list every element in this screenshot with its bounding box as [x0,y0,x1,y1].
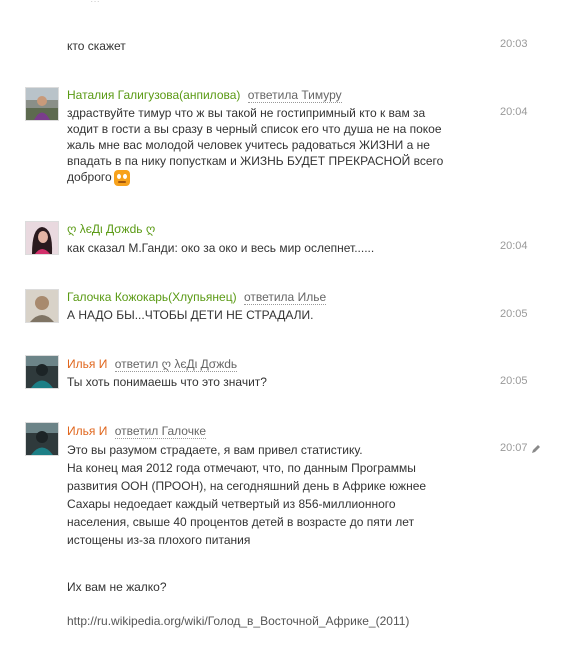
text-line: жаль мне вас молодой человек учитесь рад… [67,138,430,152]
author-link[interactable]: Наталия Галигузова(анпилова) [67,88,240,102]
message-time: 20:03 [500,38,528,50]
text-line: доброго [67,169,467,186]
message-time: 20:04 [500,240,528,252]
reply-to-link[interactable]: ответил ღ λєДι Дσжԁь [114,357,238,372]
text-line: ходит в гости а вы сразу в черный список… [67,122,442,136]
avatar[interactable] [25,221,59,255]
avatar[interactable] [25,289,59,323]
avatar[interactable] [25,355,59,389]
question-line: Их вам не жалко? [67,580,167,594]
message-header: Илья И ответил ღ λєДι Дσжԁь [67,356,238,372]
text-line: Сахары недоедает каждый четвертый из 856… [67,497,396,511]
avatar-photo [26,356,58,388]
message-time: 20:05 [500,375,528,387]
message-text: Это вы разумом страдаете, я вам привел с… [67,441,467,630]
text-line: развития ООН (ПРООН), на сегодняшний ден… [67,479,427,493]
message-text: кто скажет [67,39,126,53]
reply-to-link[interactable]: ответил Галочке [114,424,206,439]
text-line: здраствуйте тимур что ж вы такой не гост… [67,106,426,120]
text-line: На конец мая 2012 года отмечают, что, по… [67,461,416,475]
message-text: здраствуйте тимур что ж вы такой не гост… [67,105,467,186]
reply-to-link[interactable]: ответила Илье [243,290,327,305]
avatar-photo [26,222,58,254]
text-line: населения, свыше 40 процентов детей в во… [67,515,415,529]
avatar[interactable] [25,87,59,121]
message-time: 20:04 [500,106,528,118]
truncated-previous-text: ... [90,0,350,2]
laughing-smiley-icon [113,169,130,186]
message-text: Ты хоть понимаешь что это значит? [67,375,267,389]
message-text: А НАДО БЫ...ЧТОБЫ ДЕТИ НЕ СТРАДАЛИ. [67,308,314,322]
message-text: как сказал М.Ганди: око за око и весь ми… [67,241,375,255]
avatar-photo [26,88,58,120]
text-line: истощены из-за плохого питания [67,533,251,547]
wiki-link[interactable]: http://ru.wikipedia.org/wiki/Голод_в_Вос… [67,612,467,630]
edit-pencil-icon[interactable] [531,444,541,454]
message-time: 20:05 [500,308,528,320]
text-line: Это вы разумом страдаете, я вам привел с… [67,443,363,457]
message-time: 20:07 [500,442,528,454]
message-header: Наталия Галигузова(анпилова) ответила Ти… [67,87,342,103]
avatar-photo [26,423,58,455]
author-link[interactable]: ღ λєДι Дσжԁь ღ [67,222,155,236]
text-line: впадать в па нику попусткам и ЖИЗНЬ БУДЕ… [67,154,444,168]
author-link[interactable]: Илья И [67,424,107,438]
author-link[interactable]: Илья И [67,357,107,371]
reply-to-link[interactable]: ответила Тимуру [247,88,342,103]
avatar[interactable] [25,422,59,456]
message-header: Илья И ответил Галочке [67,423,206,439]
text-line-end: доброго [67,170,112,184]
message-header: ღ λєДι Дσжԁь ღ [67,221,155,237]
message-header: Галочка Кожокарь(Хлупьянец) ответила Иль… [67,289,327,305]
author-link[interactable]: Галочка Кожокарь(Хлупьянец) [67,290,237,304]
avatar-photo [26,290,58,322]
